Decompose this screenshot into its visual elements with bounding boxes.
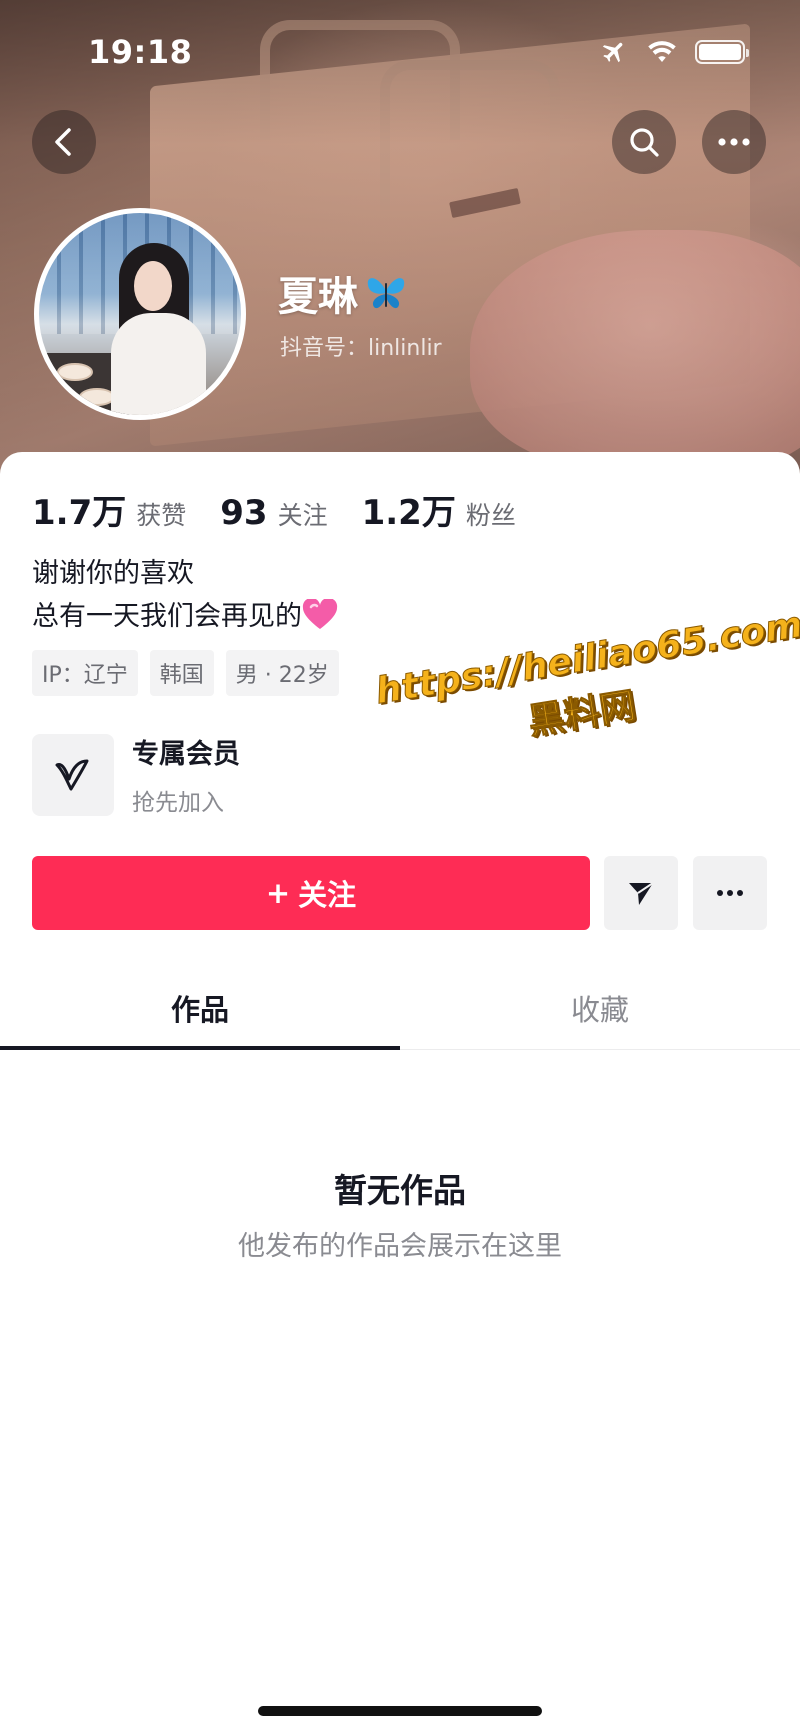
- member-entry[interactable]: 专属会员 抢先加入: [32, 732, 240, 817]
- stat-following-label: 关注: [277, 501, 328, 530]
- tab-favorites[interactable]: 收藏: [400, 962, 800, 1049]
- pink-heart-icon: [302, 599, 338, 629]
- content-tabs: 作品 收藏: [0, 962, 800, 1050]
- follow-label: 关注: [298, 878, 357, 912]
- stat-likes[interactable]: 1.7万 获赞: [32, 485, 186, 534]
- status-icons: [599, 38, 749, 66]
- more-dots-icon: [717, 890, 743, 896]
- stat-followers-label: 粉丝: [465, 501, 516, 530]
- options-button[interactable]: [693, 856, 767, 930]
- stat-followers-value: 1.2万: [361, 493, 456, 533]
- more-button[interactable]: [702, 110, 766, 174]
- member-text: 专属会员 抢先加入: [132, 732, 240, 817]
- member-subtitle: 抢先加入: [132, 790, 224, 816]
- avatar[interactable]: [34, 208, 246, 420]
- stats-row: 1.7万 获赞 93 关注 1.2万 粉丝: [32, 485, 516, 534]
- douyin-id[interactable]: 抖音号：linlinlir: [280, 330, 442, 362]
- stat-followers[interactable]: 1.2万 粉丝: [362, 485, 516, 534]
- more-dots-icon: [718, 138, 750, 146]
- airplane-icon: [602, 42, 623, 63]
- send-icon: [629, 882, 654, 905]
- stat-following-value: 93: [220, 493, 268, 533]
- profile-tags: IP：辽宁 韩国 男 · 22岁: [32, 650, 339, 696]
- stat-likes-value: 1.7万: [32, 493, 127, 533]
- status-bar: 19:18: [0, 0, 800, 100]
- status-time: 19:18: [88, 33, 193, 71]
- search-button[interactable]: [612, 110, 676, 174]
- butterfly-emoji-icon: [367, 278, 405, 309]
- member-v-icon: [55, 759, 89, 790]
- bio-line-2: 总有一天我们会再见的: [32, 601, 302, 632]
- empty-state-subtitle: 他发布的作品会展示在这里: [238, 1231, 562, 1262]
- nickname: 夏琳: [278, 264, 408, 322]
- follow-plus: +: [265, 876, 291, 910]
- search-icon: [630, 128, 659, 157]
- battery-icon: [695, 40, 749, 64]
- chevron-left-icon: [55, 128, 71, 156]
- tab-works[interactable]: 作品: [0, 962, 400, 1050]
- tag-gender-age: 男 · 22岁: [225, 650, 339, 696]
- empty-state-title: 暂无作品: [334, 1171, 466, 1210]
- member-logo: [32, 733, 114, 816]
- bio-line-2-wrap: 总有一天我们会再见的: [32, 595, 338, 638]
- message-button[interactable]: [604, 856, 678, 930]
- member-title: 专属会员: [132, 739, 240, 770]
- stat-following[interactable]: 93 关注: [220, 493, 327, 533]
- follow-button[interactable]: + 关注: [32, 856, 590, 930]
- wifi-icon: [648, 41, 676, 62]
- nickname-text: 夏琳: [278, 274, 358, 320]
- bio-line-1: 谢谢你的喜欢: [32, 558, 194, 589]
- bio: 谢谢你的喜欢 总有一天我们会再见的: [32, 552, 338, 638]
- stat-likes-label: 获赞: [136, 501, 187, 530]
- home-indicator[interactable]: [258, 1706, 542, 1716]
- tag-location: 韩国: [149, 650, 214, 696]
- tag-ip: IP：辽宁: [32, 650, 138, 696]
- back-button[interactable]: [32, 110, 96, 174]
